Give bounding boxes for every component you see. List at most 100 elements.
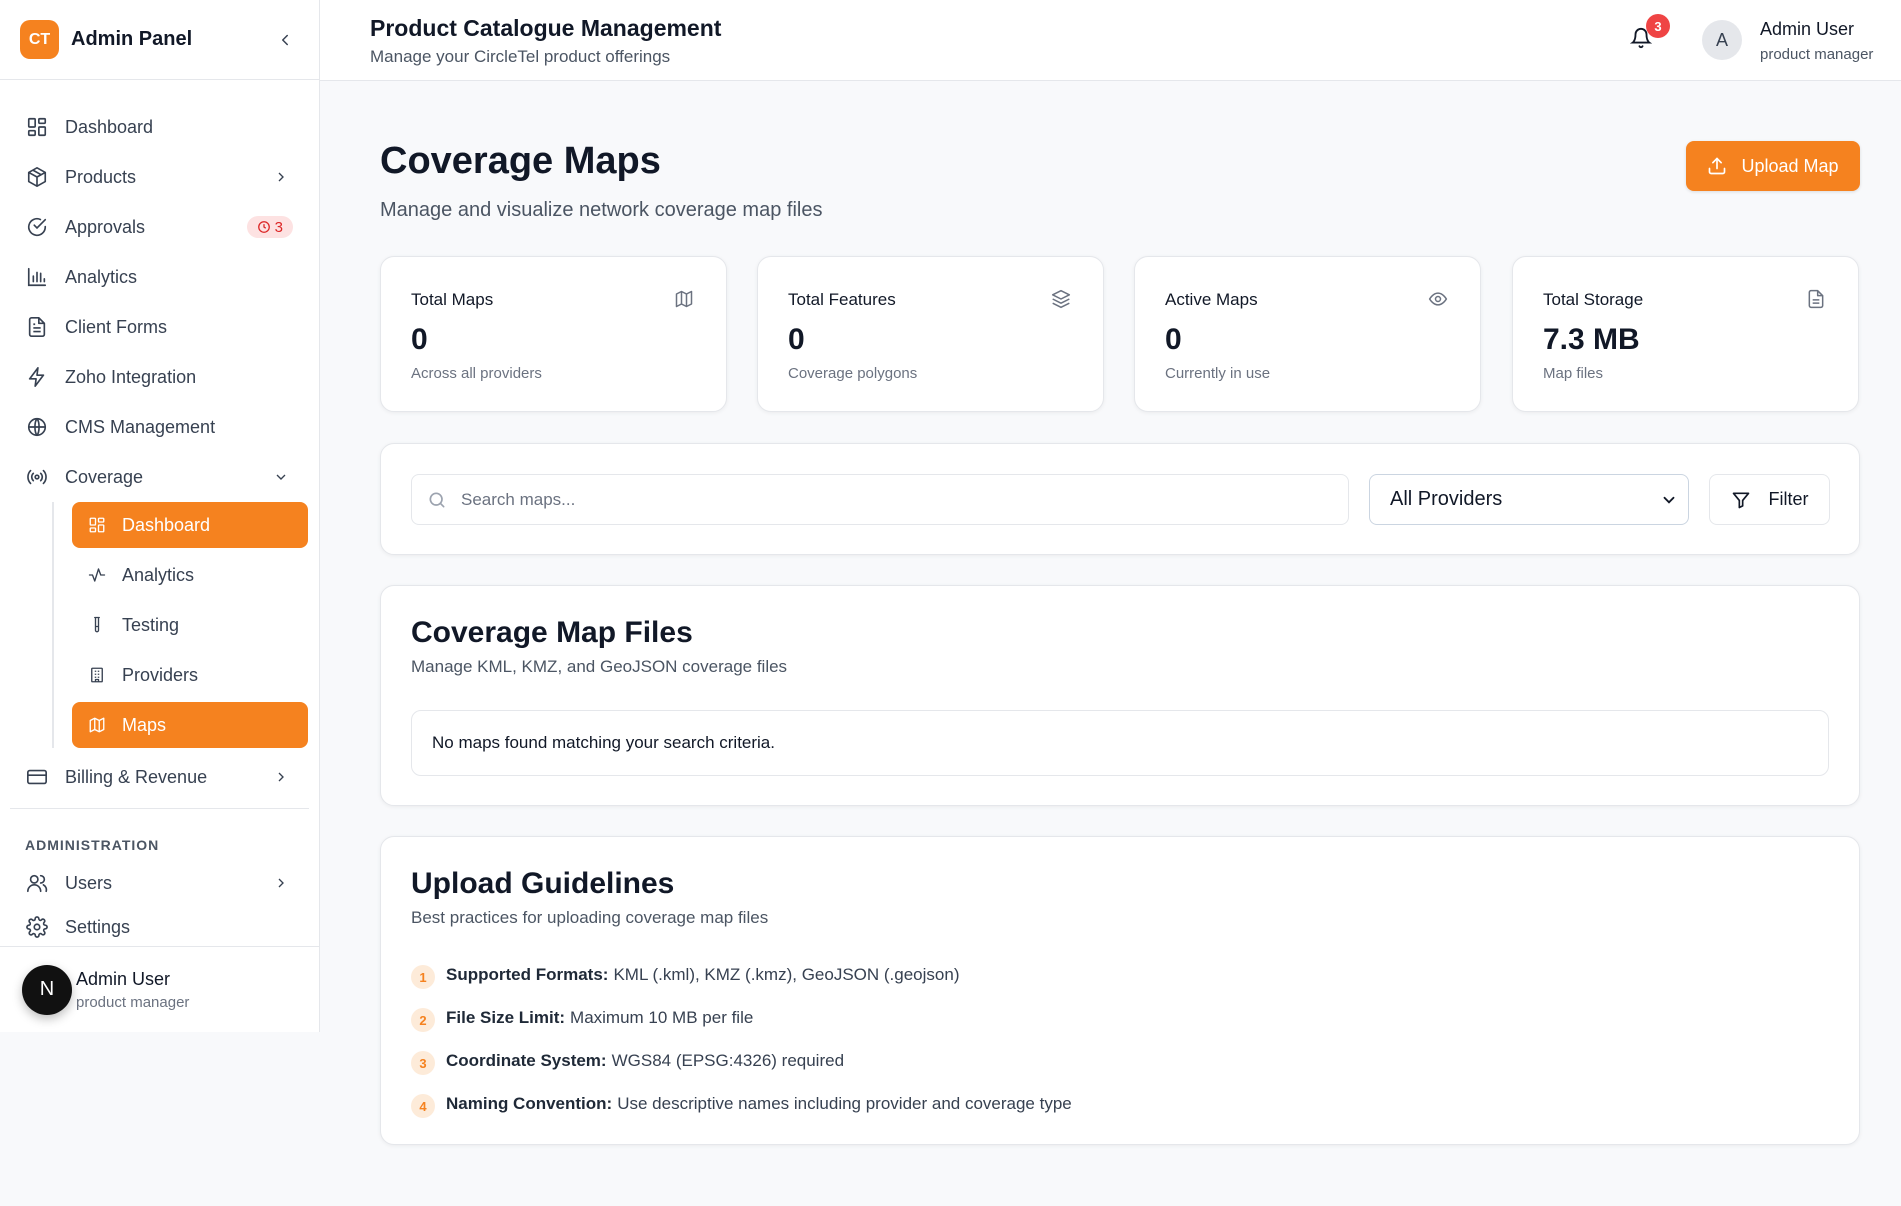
coverage-subnav: Dashboard Analytics Testing Providers Ma… — [52, 502, 308, 748]
file-icon — [1806, 289, 1828, 311]
sidebar-item-label: Client Forms — [65, 316, 168, 337]
empty-state-message: No maps found matching your search crite… — [411, 710, 1829, 776]
sidebar-item-coverage[interactable]: Coverage — [0, 452, 319, 502]
sidebar-item-approvals[interactable]: Approvals 3 — [0, 202, 319, 252]
sidebar-subitem-label: Providers — [122, 664, 199, 685]
guideline-item: 4 Naming Convention: Use descriptive nam… — [411, 1090, 1072, 1118]
sidebar-item-client-forms[interactable]: Client Forms — [0, 302, 319, 352]
stat-value: 7.3 MB — [1543, 323, 1640, 356]
sidebar-user-info: Admin User product manager — [76, 969, 189, 1011]
section-subtitle: Manage KML, KMZ, and GeoJSON coverage fi… — [411, 657, 788, 676]
section-title: Upload Guidelines — [411, 867, 675, 900]
guideline-item: 3 Coordinate System: WGS84 (EPSG:4326) r… — [411, 1047, 844, 1075]
test-tube-icon — [86, 614, 108, 636]
stat-title: Total Storage — [1543, 290, 1644, 309]
filter-button[interactable]: Filter — [1709, 474, 1830, 525]
stat-subtext: Map files — [1543, 365, 1604, 382]
clock-icon — [257, 221, 270, 233]
building-icon — [86, 664, 108, 686]
sidebar-subitem-coverage-maps[interactable]: Maps — [72, 702, 308, 748]
guideline-label: File Size Limit: — [446, 1008, 566, 1027]
header-user-info[interactable]: Admin User product manager — [1760, 19, 1873, 63]
sidebar-item-dashboard[interactable]: Dashboard — [0, 102, 319, 152]
sidebar-user-role: product manager — [76, 993, 190, 1011]
chevron-right-icon — [269, 165, 293, 189]
administration-section-label: ADMINISTRATION — [25, 837, 160, 853]
sidebar-item-cms-management[interactable]: CMS Management — [0, 402, 319, 452]
sidebar-item-zoho-integration[interactable]: Zoho Integration — [0, 352, 319, 402]
sidebar-item-label: Billing & Revenue — [65, 766, 208, 787]
sidebar-subitem-label: Testing — [122, 614, 180, 635]
chevron-down-icon — [1663, 496, 1675, 504]
guideline-text: Maximum 10 MB per file — [570, 1008, 754, 1027]
sidebar-subitem-label: Dashboard — [122, 514, 211, 535]
header-user-role: product manager — [1760, 46, 1874, 63]
sidebar-item-label: Users — [65, 872, 113, 893]
filter-label: Filter — [1768, 489, 1809, 509]
activity-icon — [86, 564, 108, 586]
stat-value: 0 — [788, 323, 805, 356]
guideline-label: Supported Formats: — [446, 965, 609, 984]
section-subtitle: Best practices for uploading coverage ma… — [411, 908, 769, 927]
sidebar: CT Admin Panel Dashboard Products Approv… — [0, 0, 320, 1032]
guideline-item: 2 File Size Limit: Maximum 10 MB per fil… — [411, 1004, 753, 1032]
stat-subtext: Coverage polygons — [788, 365, 918, 382]
eye-icon — [1428, 289, 1450, 311]
header-user-name: Admin User — [1760, 19, 1855, 39]
stat-title: Total Maps — [411, 290, 494, 309]
sidebar-item-label: CMS Management — [65, 416, 216, 437]
dashboard-icon — [86, 514, 108, 536]
approvals-count-badge: 3 — [246, 216, 293, 238]
sidebar-item-label: Settings — [65, 916, 131, 937]
gear-icon — [24, 914, 50, 940]
stat-value: 0 — [1165, 323, 1182, 356]
header-title: Product Catalogue Management — [370, 15, 722, 41]
chevron-right-icon — [269, 871, 293, 895]
guideline-item: 1 Supported Formats: KML (.kml), KMZ (.k… — [411, 961, 959, 989]
search-box[interactable] — [411, 474, 1349, 525]
sidebar-item-settings[interactable]: Settings — [0, 905, 319, 949]
radio-signal-icon — [24, 464, 50, 490]
sidebar-item-label: Products — [65, 166, 137, 187]
stat-card-total-features: Total Features 0 Coverage polygons — [757, 256, 1104, 412]
stat-card-active-maps: Active Maps 0 Currently in use — [1134, 256, 1481, 412]
check-circle-icon — [24, 214, 50, 240]
approvals-count: 3 — [274, 218, 283, 236]
sidebar-item-label: Zoho Integration — [65, 366, 197, 387]
search-input[interactable] — [461, 489, 1341, 510]
sidebar-item-users[interactable]: Users — [0, 861, 319, 905]
upload-guidelines-card: Upload Guidelines Best practices for upl… — [380, 836, 1860, 1145]
provider-select[interactable]: All Providers — [1369, 474, 1689, 525]
sidebar-item-analytics[interactable]: Analytics — [0, 252, 319, 302]
stat-title: Active Maps — [1165, 290, 1258, 309]
sidebar-title: Admin Panel — [71, 28, 193, 50]
sidebar-subitem-coverage-dashboard[interactable]: Dashboard — [72, 502, 308, 548]
lightning-icon — [24, 364, 50, 390]
collapse-sidebar-button[interactable] — [271, 26, 299, 54]
sidebar-subitem-coverage-analytics[interactable]: Analytics — [72, 552, 308, 598]
guideline-number: 1 — [411, 965, 435, 989]
search-icon — [429, 492, 445, 507]
sidebar-header: CT Admin Panel — [0, 0, 319, 80]
sidebar-item-label: Coverage — [65, 466, 144, 487]
coverage-map-files-card: Coverage Map Files Manage KML, KMZ, and … — [380, 585, 1860, 806]
chevron-left-icon — [282, 34, 288, 45]
sidebar-subitem-coverage-testing[interactable]: Testing — [72, 602, 308, 648]
guideline-text: KML (.kml), KMZ (.kmz), GeoJSON (.geojso… — [613, 965, 960, 984]
sidebar-item-billing-revenue[interactable]: Billing & Revenue — [0, 752, 319, 802]
sidebar-subitem-coverage-providers[interactable]: Providers — [72, 652, 308, 698]
sidebar-divider — [10, 808, 309, 809]
avatar: N — [22, 964, 72, 1015]
sidebar-subitem-label: Analytics — [122, 564, 195, 585]
upload-map-button[interactable]: Upload Map — [1686, 141, 1860, 191]
sidebar-user-profile[interactable]: N Admin User product manager — [0, 946, 319, 1032]
chevron-down-icon — [269, 465, 293, 489]
guideline-label: Coordinate System: — [446, 1051, 607, 1070]
guideline-number: 3 — [411, 1051, 435, 1075]
bar-chart-icon — [24, 264, 50, 290]
guideline-number: 2 — [411, 1008, 435, 1032]
credit-card-icon — [24, 764, 50, 790]
avatar[interactable]: A — [1702, 20, 1742, 60]
sidebar-item-products[interactable]: Products — [0, 152, 319, 202]
document-icon — [24, 314, 50, 340]
